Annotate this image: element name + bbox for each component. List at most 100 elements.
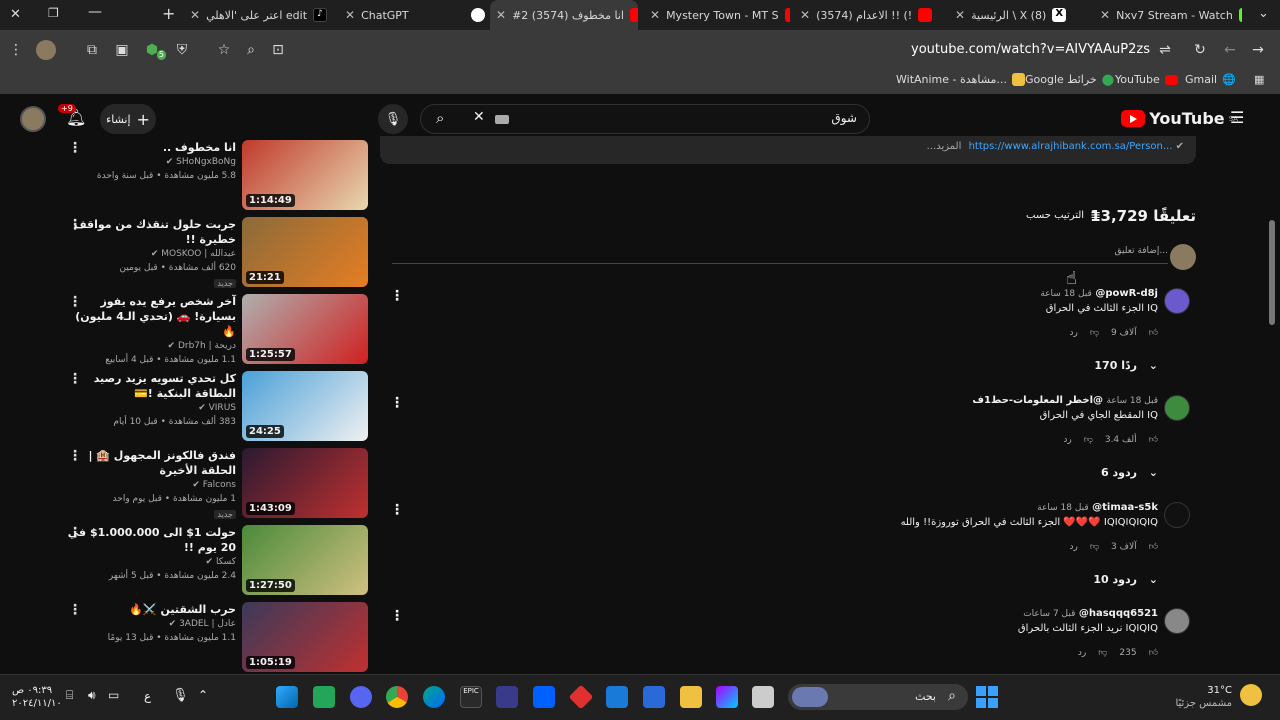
youtube-logo[interactable]: YouTube SA bbox=[1121, 109, 1238, 128]
profile-avatar[interactable] bbox=[36, 40, 56, 60]
create-button[interactable]: إنشاء + bbox=[100, 104, 156, 134]
video-title[interactable]: آخر شخص يرفع يده يفوز بسيارة! 🚗 (تحدي ال… bbox=[66, 294, 236, 339]
like-icon[interactable]: 👍︎ bbox=[1149, 435, 1158, 445]
comment-avatar[interactable] bbox=[1164, 608, 1190, 634]
extension-icon[interactable]: ▣ bbox=[112, 40, 132, 60]
volume-icon[interactable]: 🔊︎ bbox=[88, 688, 96, 703]
more-options-icon[interactable]: ⋮ bbox=[390, 395, 404, 411]
outlook-icon[interactable] bbox=[606, 686, 628, 708]
video-title[interactable]: فندق فالكونز المجهول 🏨 | الحلقة الأخيرة bbox=[66, 448, 236, 478]
reply-button[interactable]: رد bbox=[1070, 542, 1078, 552]
scrollbar[interactable] bbox=[1266, 98, 1280, 674]
comment-time[interactable]: قبل 7 ساعات bbox=[1023, 609, 1075, 619]
restore-window-icon[interactable]: ❐ bbox=[48, 6, 59, 20]
chrome-icon[interactable] bbox=[386, 686, 408, 708]
dislike-icon[interactable]: 👎︎ bbox=[1090, 542, 1099, 552]
comment-time[interactable]: قبل 18 ساعة bbox=[1037, 503, 1089, 513]
tab-close-icon[interactable]: ✕ bbox=[190, 8, 200, 22]
comment-avatar[interactable] bbox=[1164, 395, 1190, 421]
video-title[interactable]: حرب الشقتين ⚔️🔥 bbox=[66, 602, 236, 617]
discord-game-icon[interactable] bbox=[313, 686, 335, 708]
extension-badge-icon[interactable]: ⬢ 5 bbox=[142, 40, 166, 60]
forward-icon[interactable]: ← bbox=[1220, 40, 1240, 60]
weather-widget[interactable]: 31°C مشمس جزئيًا bbox=[1175, 684, 1232, 710]
tab-close-icon[interactable]: ✕ bbox=[345, 8, 355, 22]
video-thumbnail[interactable]: 1:05:19 bbox=[242, 602, 368, 672]
close-window-icon[interactable]: ✕ bbox=[10, 7, 21, 22]
video-card[interactable]: ⋮ 1:27:50 حولت 1$ الى 1.000.000$ في 20 ي… bbox=[60, 525, 370, 597]
notifications-bell-icon[interactable]: 🔔︎ +9 bbox=[58, 104, 86, 127]
search-box[interactable]: ⌕ ✕ شوق bbox=[420, 104, 870, 134]
bookmark-star-icon[interactable]: ☆ bbox=[214, 40, 234, 60]
tab-tiktok[interactable]: ✕ اعتر على 'الاهلي edit ♪ bbox=[190, 0, 330, 30]
video-thumbnail[interactable]: 1:27:50 bbox=[242, 525, 368, 595]
bookmark-gmail[interactable]: Gmail 🌐 bbox=[1185, 73, 1236, 86]
microphone-icon[interactable]: 🎙︎ bbox=[172, 688, 189, 703]
more-options-icon[interactable]: ⋮ bbox=[390, 288, 404, 304]
video-channel[interactable]: SHoNgxBoNg ✔ bbox=[66, 155, 236, 169]
apps-icon[interactable]: ▦ bbox=[1254, 73, 1264, 86]
reload-icon[interactable]: ↻ bbox=[1190, 40, 1210, 60]
video-channel[interactable]: VIRUS ✔ bbox=[66, 401, 236, 415]
hamburger-menu-icon[interactable]: ☰ bbox=[1230, 108, 1244, 127]
video-card[interactable]: ⋮ 21:21 جربت حلول تنقذك من مواقف خطيرة !… bbox=[60, 217, 370, 289]
replies-toggle[interactable]: 6 ردود ⌄ bbox=[1101, 466, 1158, 479]
extensions-icon[interactable]: ⧉ bbox=[82, 40, 102, 60]
tab-close-icon[interactable]: ✕ bbox=[800, 8, 810, 22]
description-box[interactable]: ...المزيد https://www.alrajhibank.com.sa… bbox=[380, 136, 1196, 164]
add-comment-input[interactable]: إضافة تعليق... bbox=[392, 246, 1168, 264]
reply-button[interactable]: رد bbox=[1078, 648, 1086, 658]
tab-close-icon[interactable]: ✕ bbox=[955, 8, 965, 22]
tab-youtube[interactable]: ✕ Mystery Town - MT S bbox=[650, 0, 790, 30]
discord-icon[interactable] bbox=[350, 686, 372, 708]
reply-button[interactable]: رد bbox=[1070, 328, 1078, 338]
chevron-up-icon[interactable]: ⌃ bbox=[198, 688, 208, 702]
dislike-icon[interactable]: 👎︎ bbox=[1090, 328, 1099, 338]
video-channel[interactable]: عبدالله | MOSKOO ✔ bbox=[66, 247, 236, 261]
clear-search-icon[interactable]: ✕ bbox=[473, 109, 485, 125]
sort-button[interactable]: الترتيب حسب ≡ bbox=[1026, 208, 1101, 223]
comment-time[interactable]: قبل 18 ساعة bbox=[1107, 396, 1159, 406]
video-thumbnail[interactable]: 1:14:49 bbox=[242, 140, 368, 210]
comment-author[interactable]: @hasqqq6521 bbox=[1079, 608, 1158, 619]
network-icon[interactable]: ⌸ bbox=[66, 688, 73, 703]
description-link[interactable]: https://www.alrajhibank.com.sa/Person... bbox=[969, 141, 1173, 152]
like-icon[interactable]: 👍︎ bbox=[1149, 542, 1158, 552]
search-icon[interactable]: ⌕ bbox=[436, 109, 444, 127]
new-tab-icon[interactable]: + bbox=[162, 4, 175, 23]
video-thumbnail[interactable]: 1:25:57 bbox=[242, 294, 368, 364]
like-icon[interactable]: 👍︎ bbox=[1149, 648, 1158, 658]
file-explorer-icon[interactable] bbox=[680, 686, 702, 708]
more-options-icon[interactable]: ⋮ bbox=[390, 608, 404, 624]
account-avatar[interactable] bbox=[20, 106, 46, 132]
weather-sun-icon[interactable] bbox=[1240, 684, 1262, 706]
app-icon[interactable] bbox=[496, 686, 518, 708]
copilot-icon[interactable] bbox=[716, 686, 738, 708]
address-bar-url[interactable]: youtube.com/watch?v=AIVYAAuP2zs bbox=[911, 42, 1150, 57]
dislike-icon[interactable]: 👎︎ bbox=[1098, 648, 1107, 658]
minimize-window-icon[interactable]: — bbox=[88, 4, 102, 20]
video-thumbnail[interactable]: 24:25 bbox=[242, 371, 368, 441]
video-thumbnail[interactable]: 21:21 bbox=[242, 217, 368, 287]
dislike-icon[interactable]: 👎︎ bbox=[1084, 435, 1093, 445]
dropbox-icon[interactable] bbox=[533, 686, 555, 708]
video-channel[interactable]: دريحة | Drb7h ✔ bbox=[66, 339, 236, 353]
comment-author[interactable]: @اخطر المعلومات-حط1ف bbox=[972, 395, 1103, 406]
video-card[interactable]: ⋮ 1:25:57 آخر شخص يرفع يده يفوز بسيارة! … bbox=[60, 294, 370, 366]
bookmark-witanime[interactable]: WitAnime - مشاهدة... bbox=[896, 73, 1025, 86]
video-card[interactable]: ⋮ 24:25 كل تحدي تسويه يزيد رصيد البطاقة … bbox=[60, 371, 370, 443]
file-icon[interactable] bbox=[752, 686, 774, 708]
shield-icon[interactable]: ⛨ bbox=[172, 40, 192, 60]
store-icon[interactable] bbox=[643, 686, 665, 708]
keyboard-icon[interactable] bbox=[495, 115, 509, 124]
tab-youtube-active[interactable]: ✕ #2 انا مخطوف (3574) bbox=[490, 0, 638, 30]
search-input[interactable]: شوق bbox=[831, 111, 857, 125]
epic-games-icon[interactable]: EPIC bbox=[460, 686, 482, 708]
taskbar-search[interactable]: ⌕ بحث bbox=[788, 684, 968, 710]
install-app-icon[interactable]: ⊡ bbox=[268, 40, 288, 60]
like-icon[interactable]: 👍︎ bbox=[1149, 328, 1158, 338]
comment-avatar[interactable] bbox=[1164, 502, 1190, 528]
video-channel[interactable]: عادل | 3ADEL ✔ bbox=[66, 617, 236, 631]
comment-author[interactable]: @powR-d8j bbox=[1095, 288, 1158, 299]
bookmark-youtube[interactable]: YouTube bbox=[1115, 73, 1178, 86]
